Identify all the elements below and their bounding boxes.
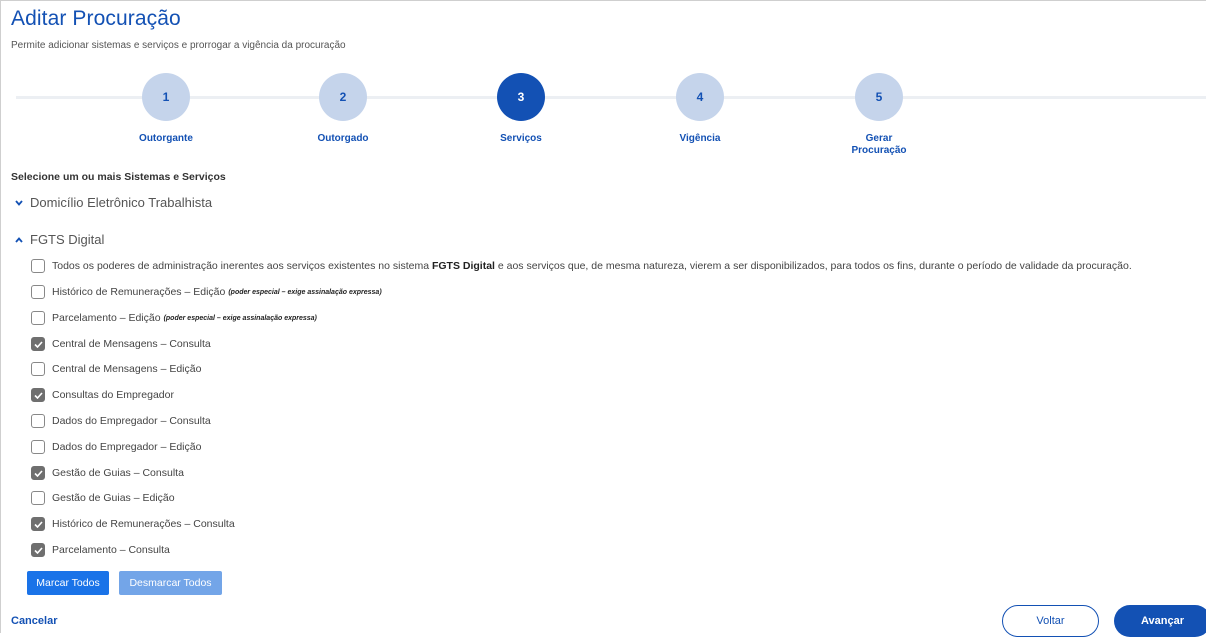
- option-row[interactable]: Gestão de Guias – Consulta: [31, 466, 184, 480]
- step-outorgante[interactable]: 1 Outorgante: [106, 73, 226, 145]
- checkbox[interactable]: [31, 388, 45, 402]
- frame-top-border: [0, 0, 1206, 1]
- step-label: Outorgado: [317, 133, 369, 144]
- step-servicos[interactable]: 3 Serviços: [461, 73, 581, 145]
- option-label: Gestão de Guias – Edição: [52, 492, 175, 504]
- group-title: Domicílio Eletrônico Trabalhista: [30, 195, 213, 210]
- checkbox[interactable]: [31, 491, 45, 505]
- checkbox[interactable]: [31, 466, 45, 480]
- option-note: (poder especial – exige assinalação expr…: [163, 314, 317, 322]
- option-label: Histórico de Remunerações – Consulta: [52, 518, 235, 530]
- step-vigencia[interactable]: 4 Vigência: [640, 73, 760, 145]
- option-label: Central de Mensagens – Consulta: [52, 338, 211, 350]
- option-row[interactable]: Central de Mensagens – Edição: [31, 362, 201, 376]
- step-number: 3: [497, 73, 545, 121]
- option-row[interactable]: Consultas do Empregador: [31, 388, 174, 402]
- option-note: (poder especial – exige assinalação expr…: [228, 288, 382, 296]
- checkmark-icon: [33, 469, 43, 477]
- step-label: Outorgante: [139, 133, 193, 144]
- group-title: FGTS Digital: [30, 232, 105, 247]
- option-row[interactable]: Central de Mensagens – Consulta: [31, 337, 211, 351]
- option-label: Consultas do Empregador: [52, 389, 174, 401]
- checkbox[interactable]: [31, 362, 45, 376]
- checkbox[interactable]: [31, 259, 45, 273]
- step-number: 5: [855, 73, 903, 121]
- option-label: Central de Mensagens – Edição: [52, 363, 202, 375]
- option-row[interactable]: Gestão de Guias – Edição: [31, 491, 175, 505]
- group-domicilio-eletronico[interactable]: Domicílio Eletrônico Trabalhista: [13, 195, 212, 210]
- cancel-link[interactable]: Cancelar: [11, 615, 57, 627]
- option-label: Gestão de Guias – Consulta: [52, 467, 184, 479]
- option-text-before: Todos os poderes de administração ineren…: [52, 260, 430, 272]
- checkbox[interactable]: [31, 543, 45, 557]
- chevron-down-icon: [13, 197, 25, 209]
- mark-all-button[interactable]: Marcar Todos: [27, 571, 109, 595]
- option-label: Dados do Empregador – Consulta: [52, 415, 211, 427]
- option-text-after: e aos serviços que, de mesma natureza, v…: [497, 260, 1132, 272]
- checkbox[interactable]: [31, 337, 45, 351]
- back-button[interactable]: Voltar: [1002, 605, 1099, 637]
- step-number: 1: [142, 73, 190, 121]
- option-system-name: FGTS Digital: [431, 260, 495, 272]
- chevron-up-icon: [13, 234, 25, 246]
- checkmark-icon: [33, 340, 43, 348]
- page-title: Aditar Procuração: [11, 7, 181, 30]
- checkbox[interactable]: [31, 440, 45, 454]
- next-button[interactable]: Avançar: [1114, 605, 1206, 637]
- option-all-powers[interactable]: Todos os poderes de administração ineren…: [31, 259, 1132, 273]
- option-row[interactable]: Histórico de Remunerações – Consulta: [31, 517, 235, 531]
- checkmark-icon: [33, 520, 43, 528]
- option-row[interactable]: Parcelamento – Consulta: [31, 543, 170, 557]
- group-fgts-digital[interactable]: FGTS Digital: [13, 232, 104, 247]
- step-label: Gerar Procuração: [851, 133, 907, 156]
- option-row[interactable]: Dados do Empregador – Consulta: [31, 414, 211, 428]
- page-subtitle: Permite adicionar sistemas e serviços e …: [11, 40, 346, 51]
- step-label: Vigência: [679, 133, 721, 144]
- checkbox[interactable]: [31, 517, 45, 531]
- option-label: Parcelamento – Edição: [52, 312, 161, 324]
- option-row[interactable]: Dados do Empregador – Edição: [31, 440, 201, 454]
- option-label: Histórico de Remunerações – Edição: [52, 286, 226, 298]
- option-row[interactable]: Histórico de Remunerações – Edição (poder…: [31, 285, 382, 299]
- step-number: 4: [676, 73, 724, 121]
- unmark-all-button[interactable]: Desmarcar Todos: [119, 571, 222, 595]
- checkbox[interactable]: [31, 414, 45, 428]
- checkmark-icon: [33, 391, 43, 399]
- step-number: 2: [319, 73, 367, 121]
- checkbox[interactable]: [31, 285, 45, 299]
- option-label: Dados do Empregador – Edição: [52, 441, 202, 453]
- checkmark-icon: [33, 546, 43, 554]
- checkbox[interactable]: [31, 311, 45, 325]
- step-gerar-procuracao[interactable]: 5 Gerar Procuração: [819, 73, 939, 157]
- frame-left-border: [0, 0, 1, 633]
- section-instruction: Selecione um ou mais Sistemas e Serviços: [11, 171, 226, 183]
- option-label: Parcelamento – Consulta: [52, 544, 170, 556]
- step-outorgado[interactable]: 2 Outorgado: [283, 73, 403, 145]
- option-row[interactable]: Parcelamento – Edição (poder especial – e…: [31, 311, 317, 325]
- step-label: Serviços: [500, 133, 542, 144]
